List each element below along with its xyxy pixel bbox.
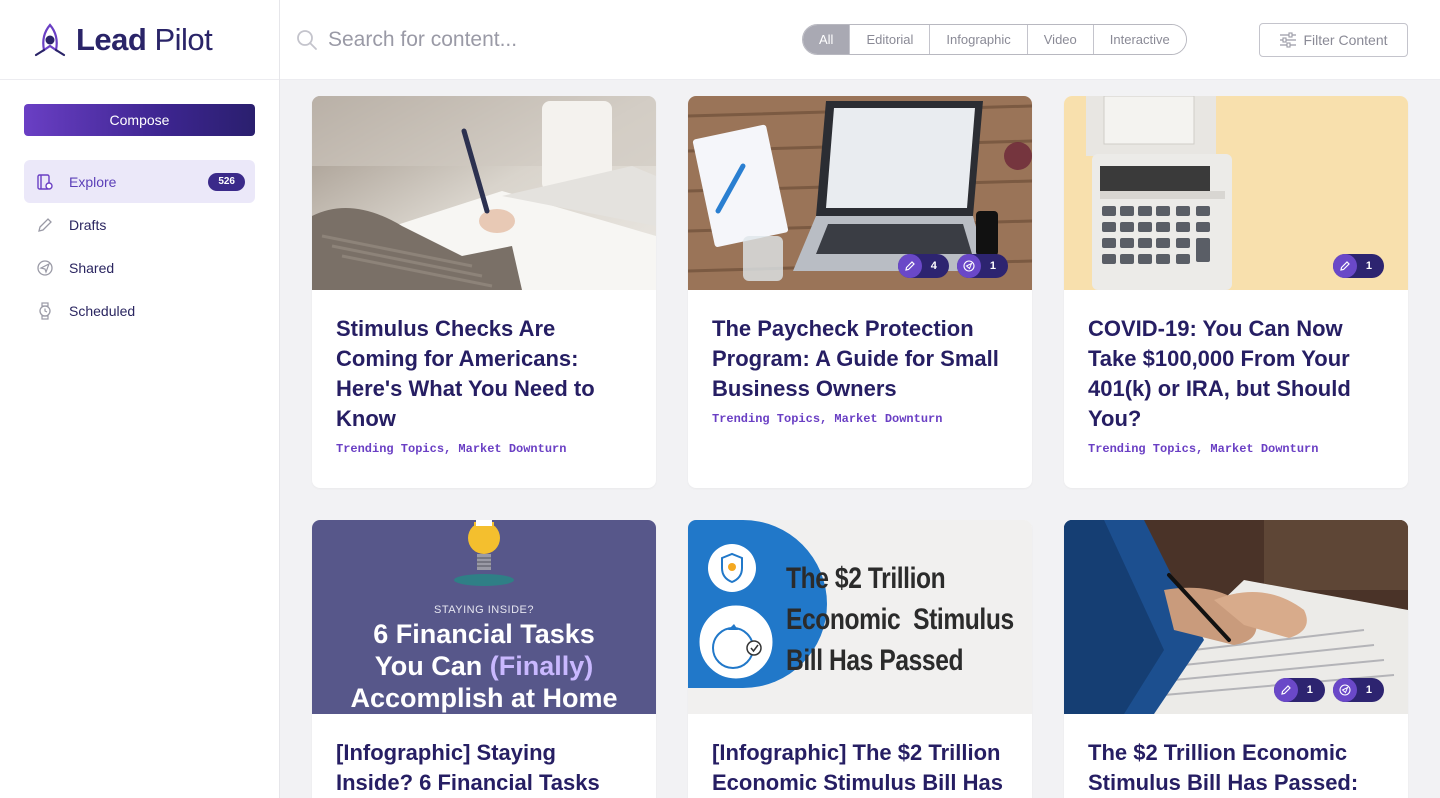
explore-icon: [36, 173, 54, 191]
filter-content-label: Filter Content: [1303, 32, 1388, 48]
explore-count-badge: 526: [208, 172, 245, 191]
content-card[interactable]: The $2 Trillion Economic Stimulus Bill H…: [688, 520, 1032, 798]
content-type-filter: All Editorial Infographic Video Interact…: [802, 24, 1187, 55]
sidebar-item-drafts[interactable]: Drafts: [24, 203, 255, 246]
sidebar-item-label: Explore: [69, 173, 117, 190]
sidebar-item-explore[interactable]: Explore 526: [24, 160, 255, 203]
tab-infographic[interactable]: Infographic: [929, 25, 1027, 54]
card-tags: Trending Topics, Market Downturn: [712, 412, 943, 426]
content-card[interactable]: Stimulus Checks Are Coming for Americans…: [312, 96, 656, 488]
pencil-icon: [1273, 678, 1298, 702]
filter-content-button[interactable]: Filter Content: [1259, 23, 1408, 57]
sidebar-item-label: Shared: [69, 259, 115, 276]
drafts-counter: 1: [1273, 678, 1325, 702]
pencil-icon: [1332, 254, 1357, 278]
clock-icon: [36, 301, 54, 320]
content-card[interactable]: 4 1 The Paycheck Protection Program: A G…: [688, 96, 1032, 488]
search-icon: [297, 30, 317, 50]
tab-all[interactable]: All: [803, 25, 850, 54]
shared-counter: 1: [1332, 678, 1384, 702]
compose-button[interactable]: Compose: [24, 104, 255, 136]
sidebar-item-label: Drafts: [69, 216, 107, 233]
sidebar-nav: Explore 526 Drafts Shared Scheduled: [24, 160, 255, 332]
infographic-headline: 6 Financial Tasks You Can (Finally) Acco…: [350, 619, 618, 713]
card-counters: 1: [1332, 254, 1384, 278]
search-input[interactable]: [328, 22, 728, 58]
card-image-signing: 1 1: [1064, 520, 1408, 714]
card-title[interactable]: [Infographic] Staying Inside? 6 Financia…: [312, 714, 656, 798]
brand-logo[interactable]: Lead Pilot: [0, 0, 279, 80]
top-bar: All Editorial Infographic Video Interact…: [280, 0, 1440, 80]
card-image-writing: [312, 96, 656, 290]
pencil-icon: [36, 216, 54, 234]
drafts-counter: 4: [897, 254, 949, 278]
card-image-infographic-tasks: STAYING INSIDE? 6 Financial Tasks You Ca…: [312, 520, 656, 714]
sliders-icon: [1280, 32, 1297, 48]
tab-interactive[interactable]: Interactive: [1092, 25, 1186, 54]
infographic-headline: The $2 Trillion Economic Stimulus Bill H…: [786, 562, 1014, 677]
card-title[interactable]: The $2 Trillion Economic Stimulus Bill H…: [1064, 714, 1408, 798]
drafts-counter: 1: [1332, 254, 1384, 278]
card-image-laptop: 4 1: [688, 96, 1032, 290]
send-icon: [956, 254, 981, 278]
brand-name: Lead Pilot: [76, 21, 213, 57]
card-counters: 1 1: [1273, 678, 1384, 702]
tab-video[interactable]: Video: [1026, 25, 1093, 54]
card-image-infographic-stimulus: The $2 Trillion Economic Stimulus Bill H…: [688, 520, 1032, 714]
card-tags: Trending Topics, Market Downturn: [336, 442, 567, 456]
shared-counter: 1: [956, 254, 1008, 278]
sidebar: Lead Pilot Compose Explore 526 Drafts Sh…: [0, 0, 280, 798]
card-title[interactable]: [Infographic] The $2 Trillion Economic S…: [688, 714, 1032, 798]
card-title[interactable]: Stimulus Checks Are Coming for Americans…: [312, 290, 656, 434]
card-tags: Trending Topics, Market Downturn: [1088, 442, 1319, 456]
tab-editorial[interactable]: Editorial: [849, 25, 930, 54]
sidebar-item-shared[interactable]: Shared: [24, 246, 255, 289]
infographic-kicker: STAYING INSIDE?: [433, 604, 534, 616]
card-title[interactable]: The Paycheck Protection Program: A Guide…: [688, 290, 1032, 404]
pencil-icon: [897, 254, 922, 278]
sidebar-item-scheduled[interactable]: Scheduled: [24, 289, 255, 332]
content-card[interactable]: 1 1 The $2 Trillion Economic Stimulus Bi…: [1064, 520, 1408, 798]
rocket-logo-icon: [34, 22, 66, 56]
content-card[interactable]: STAYING INSIDE? 6 Financial Tasks You Ca…: [312, 520, 656, 798]
card-title[interactable]: COVID-19: You Can Now Take $100,000 From…: [1064, 290, 1408, 434]
sidebar-item-label: Scheduled: [69, 302, 136, 319]
send-icon: [36, 259, 54, 277]
card-counters: 4 1: [897, 254, 1008, 278]
card-image-calculator: 1: [1064, 96, 1408, 290]
send-icon: [1332, 678, 1357, 702]
content-card[interactable]: 1 COVID-19: You Can Now Take $100,000 Fr…: [1064, 96, 1408, 488]
